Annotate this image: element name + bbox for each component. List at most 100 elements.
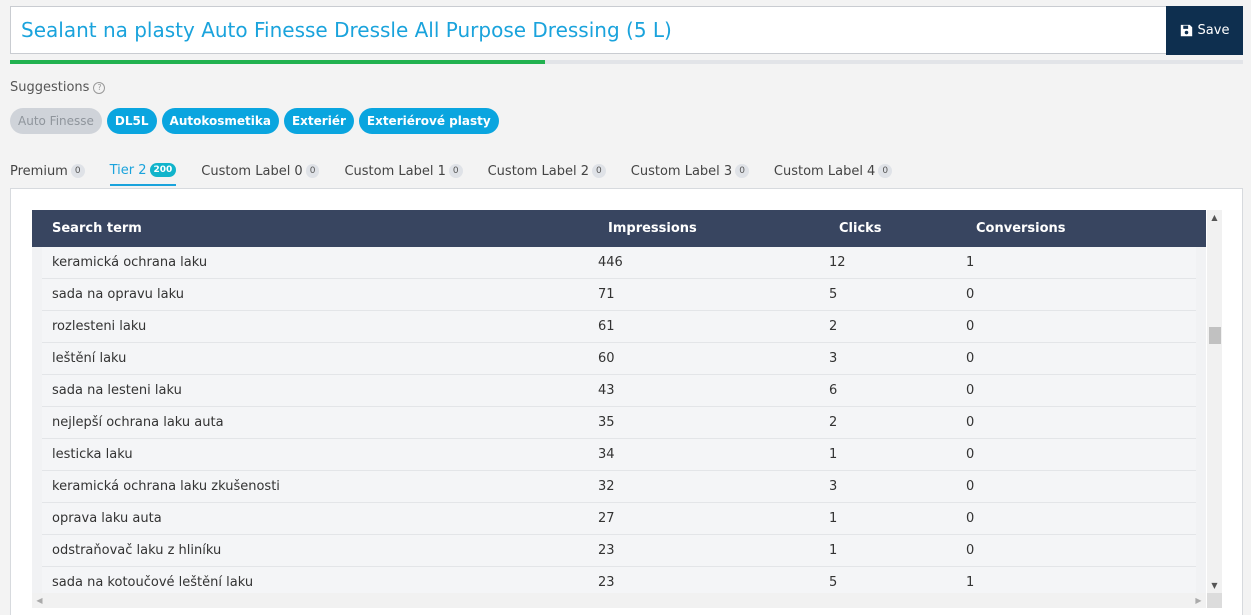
clicks-cell: 1 bbox=[829, 511, 838, 526]
conversions-cell: 1 bbox=[966, 255, 975, 270]
table-row[interactable]: odstraňovač laku z hliníku 23 1 0 bbox=[42, 535, 1196, 567]
table-row[interactable]: sada na opravu laku 71 5 0 bbox=[42, 279, 1196, 311]
search-term-cell: oprava laku auta bbox=[52, 511, 162, 526]
search-term-cell: sada na opravu laku bbox=[52, 287, 184, 302]
tab-label: Custom Label 2 bbox=[487, 163, 590, 179]
tab-label: Custom Label 0 bbox=[201, 163, 303, 179]
impressions-cell: 34 bbox=[598, 447, 615, 462]
table-row[interactable]: rozlesteni laku 61 2 0 bbox=[42, 311, 1196, 343]
impressions-cell: 43 bbox=[598, 383, 615, 398]
tab-count-badge: 0 bbox=[448, 164, 463, 178]
clicks-cell: 3 bbox=[829, 351, 838, 366]
save-button-label: Save bbox=[1197, 23, 1230, 38]
search-term-cell: sada na lesteni laku bbox=[52, 383, 182, 398]
conversions-cell: 1 bbox=[966, 575, 975, 590]
table-row[interactable]: oprava laku auta 27 1 0 bbox=[42, 503, 1196, 535]
tab-premium[interactable]: Premium 0 bbox=[10, 156, 85, 186]
progress-bar bbox=[10, 60, 1243, 64]
scroll-down-arrow-icon[interactable]: ▼ bbox=[1207, 578, 1222, 593]
header-impressions[interactable]: Impressions bbox=[608, 221, 839, 236]
search-terms-panel: Search term Impressions Clicks Conversio… bbox=[10, 188, 1243, 615]
search-term-cell: lesticka laku bbox=[52, 447, 133, 462]
conversions-cell: 0 bbox=[966, 319, 975, 334]
clicks-cell: 12 bbox=[829, 255, 846, 270]
table-body: keramická ochrana laku 446 12 1 sada na opra… bbox=[32, 247, 1206, 593]
table-row[interactable]: lesticka laku 34 1 0 bbox=[42, 439, 1196, 471]
search-term-cell: keramická ochrana laku bbox=[52, 255, 208, 270]
suggestion-chip[interactable]: DL5L bbox=[106, 108, 157, 134]
table-header: Search term Impressions Clicks Conversio… bbox=[32, 210, 1206, 247]
search-term-cell: odstraňovač laku z hliníku bbox=[52, 543, 222, 558]
scroll-up-arrow-icon[interactable]: ▲ bbox=[1207, 210, 1222, 225]
impressions-cell: 446 bbox=[598, 255, 623, 270]
suggestion-chip[interactable]: Exteriérové plasty bbox=[358, 108, 499, 134]
search-terms-table: Search term Impressions Clicks Conversio… bbox=[32, 210, 1206, 593]
clicks-cell: 2 bbox=[829, 319, 838, 334]
tab-label: Tier 2 bbox=[109, 162, 147, 178]
scroll-right-arrow-icon[interactable]: ▶ bbox=[1191, 593, 1206, 608]
tab-custom-label-2[interactable]: Custom Label 20 bbox=[488, 156, 606, 186]
table-row[interactable]: keramická ochrana laku 446 12 1 bbox=[42, 247, 1196, 279]
conversions-cell: 0 bbox=[966, 447, 975, 462]
impressions-cell: 60 bbox=[598, 351, 615, 366]
suggestion-chip[interactable]: Auto Finesse bbox=[10, 108, 102, 134]
impressions-cell: 27 bbox=[598, 511, 615, 526]
search-term-cell: keramická ochrana laku zkušenosti bbox=[52, 479, 280, 494]
impressions-cell: 61 bbox=[598, 319, 615, 334]
tab-label: Custom Label 1 bbox=[344, 163, 446, 179]
clicks-cell: 1 bbox=[829, 447, 838, 462]
header-conversions[interactable]: Conversions bbox=[976, 221, 1176, 236]
suggestion-chip[interactable]: Autokosmetika bbox=[161, 108, 279, 134]
suggestion-chip[interactable]: Exteriér bbox=[283, 108, 354, 134]
conversions-cell: 0 bbox=[966, 415, 975, 430]
clicks-cell: 1 bbox=[829, 543, 838, 558]
scroll-left-arrow-icon[interactable]: ◀ bbox=[32, 593, 47, 608]
conversions-cell: 0 bbox=[966, 383, 975, 398]
search-term-cell: rozlesteni laku bbox=[52, 319, 147, 334]
title-bar: Sealant na plasty Auto Finesse Dressle A… bbox=[10, 6, 1243, 56]
vertical-scrollbar[interactable]: ▲ ▼ bbox=[1207, 210, 1222, 593]
tab-count-badge: 200 bbox=[149, 163, 177, 177]
table-row[interactable]: sada na lesteni laku 43 6 0 bbox=[42, 375, 1196, 407]
impressions-cell: 32 bbox=[598, 479, 615, 494]
tab-count-badge: 0 bbox=[70, 164, 85, 178]
clicks-cell: 6 bbox=[829, 383, 838, 398]
floppy-disk-icon bbox=[1180, 24, 1192, 37]
save-button[interactable]: Save bbox=[1166, 6, 1243, 55]
progress-bar-fill bbox=[10, 60, 546, 64]
tab-count-badge: 0 bbox=[592, 164, 606, 178]
horizontal-scrollbar[interactable]: ◀ ▶ bbox=[32, 593, 1206, 608]
search-term-cell: sada na kotoučové leštění laku bbox=[52, 575, 254, 590]
table-row[interactable]: nejlepší ochrana laku auta 35 2 0 bbox=[42, 407, 1196, 439]
tab-label: Custom Label 3 bbox=[630, 163, 733, 179]
tab-count-badge: 0 bbox=[735, 164, 749, 178]
conversions-cell: 0 bbox=[966, 479, 975, 494]
label-tabs: Premium 0 Tier 2 200 Custom Label 0 0 Custom L… bbox=[10, 156, 917, 186]
impressions-cell: 23 bbox=[598, 543, 615, 558]
vertical-scroll-thumb[interactable] bbox=[1209, 327, 1221, 344]
conversions-cell: 0 bbox=[966, 511, 975, 526]
suggestions-heading: Suggestions ? bbox=[10, 80, 106, 95]
tab-custom-label-0[interactable]: Custom Label 00 bbox=[201, 156, 320, 186]
impressions-cell: 23 bbox=[598, 575, 615, 590]
tab-custom-label-3[interactable]: Custom Label 30 bbox=[631, 156, 749, 186]
suggestions-label: Suggestions bbox=[10, 80, 90, 95]
tab-custom-label-4[interactable]: Custom Label 40 bbox=[773, 156, 893, 186]
table-row[interactable]: sada na kotoučové leštění laku 23 5 1 bbox=[42, 567, 1196, 593]
tab-count-badge: 0 bbox=[305, 164, 320, 178]
conversions-cell: 0 bbox=[966, 351, 975, 366]
header-search-term[interactable]: Search term bbox=[32, 221, 608, 236]
clicks-cell: 5 bbox=[829, 575, 838, 590]
header-clicks[interactable]: Clicks bbox=[839, 221, 976, 236]
impressions-cell: 35 bbox=[598, 415, 615, 430]
suggestion-chips: Auto Finesse DL5L Autokosmetika Exteriér Ext… bbox=[10, 108, 499, 134]
clicks-cell: 3 bbox=[829, 479, 838, 494]
search-term-cell: nejlepší ochrana laku auta bbox=[52, 415, 224, 430]
tab-label: Custom Label 4 bbox=[773, 163, 876, 179]
help-icon[interactable]: ? bbox=[93, 81, 106, 94]
table-row[interactable]: leštění laku 60 3 0 bbox=[42, 343, 1196, 375]
tab-tier-2[interactable]: Tier 2 200 bbox=[109, 156, 177, 186]
tab-custom-label-1[interactable]: Custom Label 10 bbox=[344, 156, 463, 186]
product-title-input[interactable]: Sealant na plasty Auto Finesse Dressle A… bbox=[10, 6, 1166, 54]
table-row[interactable]: keramická ochrana laku zkušenosti 32 3 0 bbox=[42, 471, 1196, 503]
